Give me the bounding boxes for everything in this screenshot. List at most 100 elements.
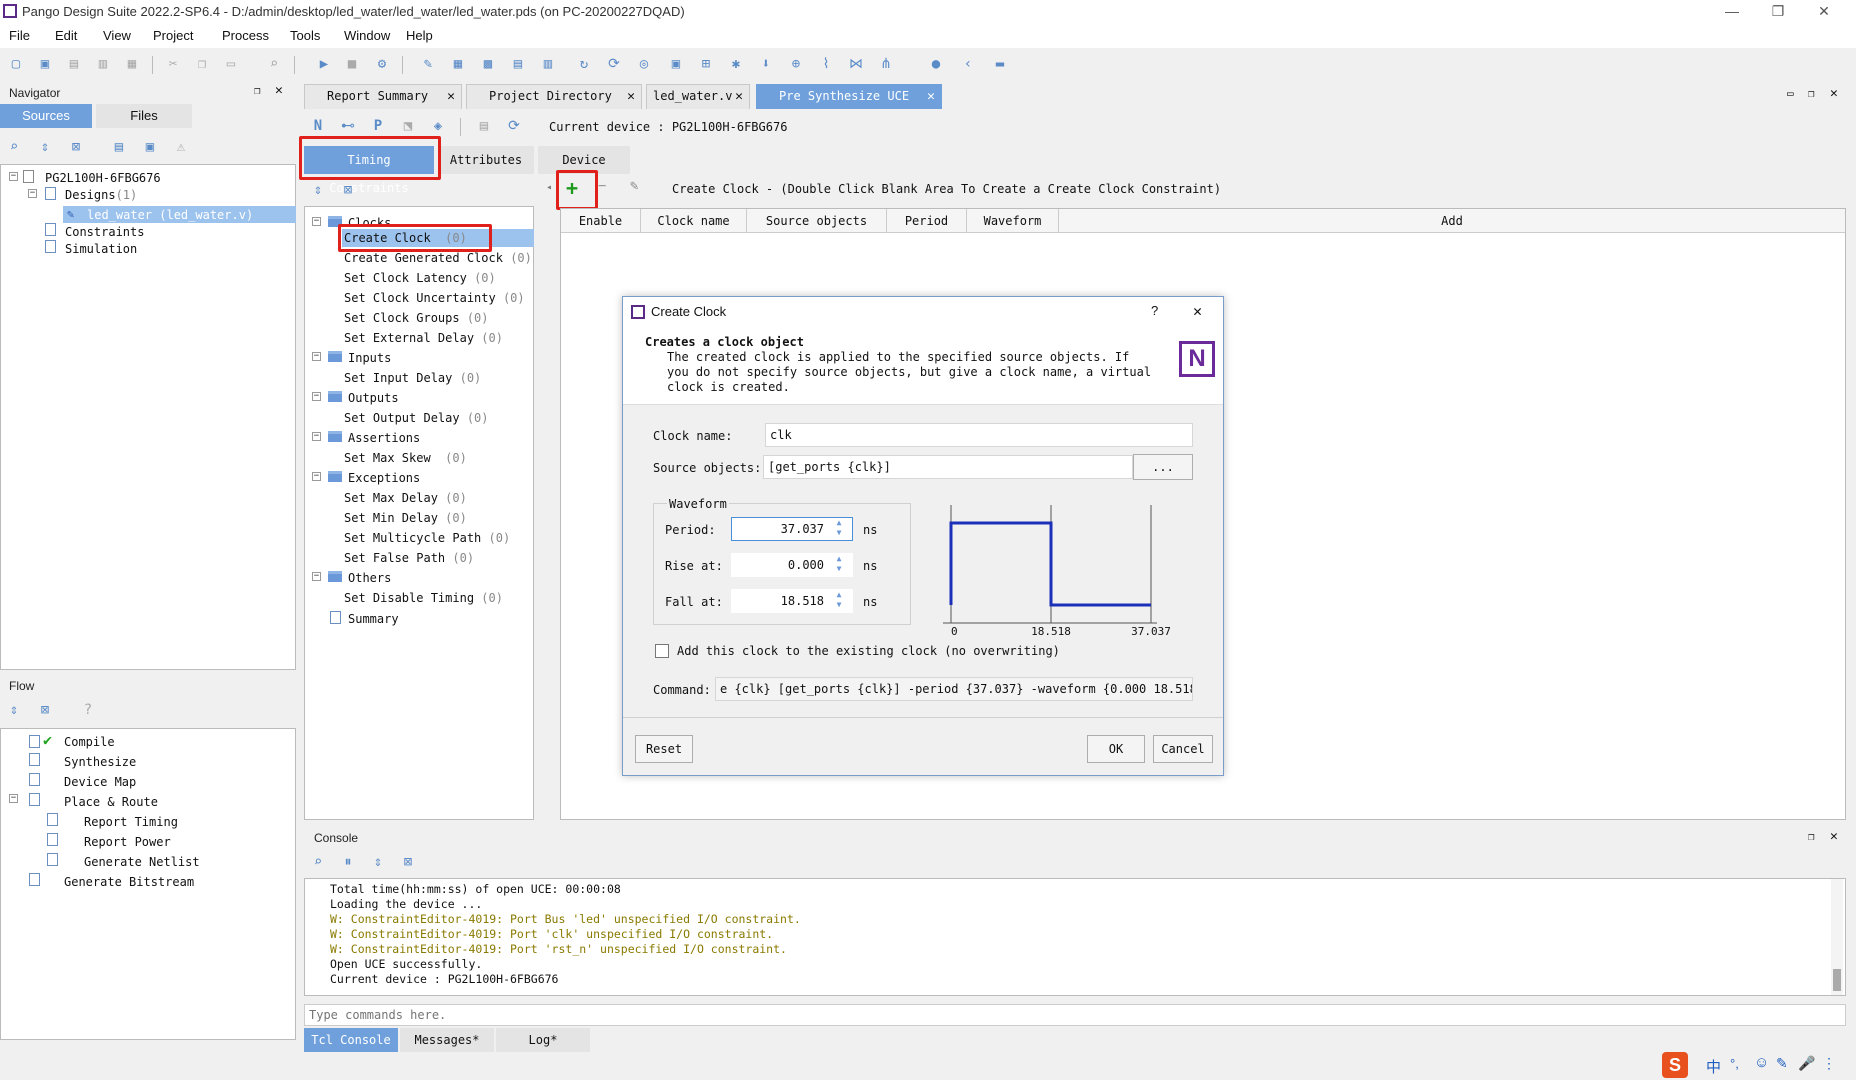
item-set-output-delay[interactable]: Set Output Delay (0) <box>344 411 489 425</box>
more-icon[interactable]: ⋮ <box>1822 1055 1836 1072</box>
float-editor-icon[interactable]: ❐ <box>1808 87 1815 100</box>
copy-icon[interactable]: ❐ <box>194 56 210 72</box>
close-tab-icon[interactable]: ✕ <box>735 85 743 108</box>
item-set-external-delay[interactable]: Set External Delay (0) <box>344 331 503 345</box>
help-icon[interactable]: ? <box>80 702 96 718</box>
clear-icon[interactable]: ⊠ <box>400 854 416 870</box>
paste-icon[interactable]: ▭ <box>223 56 239 72</box>
pause-icon[interactable]: ⏸ <box>340 854 356 870</box>
expand-all-icon[interactable]: ⇕ <box>6 702 22 718</box>
add-clock-checkbox[interactable] <box>655 644 669 658</box>
save-all-icon[interactable]: ▥ <box>95 56 111 72</box>
item-set-input-delay[interactable]: Set Input Delay (0) <box>344 371 481 385</box>
tab-files[interactable]: Files <box>96 104 192 128</box>
tab-messages[interactable]: Messages* <box>400 1028 494 1052</box>
link-icon[interactable]: ⬔ <box>400 118 416 134</box>
tab-led-water-v[interactable]: led_water.v ✕ <box>646 84 750 109</box>
browse-button[interactable]: ... <box>1133 454 1193 480</box>
expand-toggle[interactable]: − <box>9 794 18 803</box>
cut-icon[interactable]: ✂ <box>165 56 181 72</box>
tiles-icon[interactable]: ▤ <box>510 56 526 72</box>
save-constraints-icon[interactable]: ▤ <box>476 118 492 134</box>
expand-toggle[interactable]: − <box>312 472 321 481</box>
close-tab-icon[interactable]: ✕ <box>927 85 935 108</box>
expand-toggle[interactable]: − <box>312 392 321 401</box>
expand-all-icon[interactable]: ⇕ <box>370 854 386 870</box>
expand-toggle[interactable]: − <box>312 432 321 441</box>
ok-button[interactable]: OK <box>1087 735 1145 763</box>
help-button[interactable]: ? <box>1151 303 1158 318</box>
expand-toggle[interactable]: − <box>28 189 37 198</box>
debug-icon[interactable]: ✱ <box>728 56 744 72</box>
menu-help[interactable]: Help <box>406 28 433 43</box>
expand-toggle[interactable]: − <box>312 217 321 226</box>
col-waveform[interactable]: Waveform <box>967 209 1059 233</box>
stop-icon[interactable]: ■ <box>344 56 360 72</box>
collapse-arrow-icon[interactable]: ◂ <box>546 182 552 193</box>
search-icon[interactable]: ⌕ <box>310 854 326 870</box>
expand-toggle[interactable]: − <box>312 352 321 361</box>
microphone-icon[interactable]: 🎤 <box>1798 1055 1815 1072</box>
reload-icon[interactable]: ⟳ <box>506 118 522 134</box>
close-editor-icon[interactable]: ✕ <box>1830 86 1838 101</box>
close-console-icon[interactable]: ✕ <box>1830 829 1838 844</box>
layout-icon[interactable]: ▩ <box>480 56 496 72</box>
col-clock-name[interactable]: Clock name <box>641 209 747 233</box>
save-as-icon[interactable]: ▦ <box>124 56 140 72</box>
diamond-icon[interactable]: ◈ <box>430 118 446 134</box>
collapse-all-icon[interactable]: ⊠ <box>37 702 53 718</box>
tab-pre-synthesize-uce[interactable]: Pre Synthesize UCE ✕ <box>756 84 942 109</box>
ime-mode[interactable]: 中 <box>1706 1056 1721 1077</box>
tab-attributes[interactable]: Attributes <box>438 146 534 174</box>
tab-log[interactable]: Log* <box>496 1028 590 1052</box>
collapse-all-icon[interactable]: ⊠ <box>68 139 84 155</box>
tree-designs[interactable]: Designs(1) <box>65 188 137 202</box>
menu-project[interactable]: Project <box>153 28 193 43</box>
group-assertions[interactable]: Assertions <box>348 431 420 445</box>
col-add[interactable]: Add <box>1059 209 1845 233</box>
console-scrollbar[interactable] <box>1831 879 1843 995</box>
collapse-all-icon[interactable]: ⊠ <box>340 182 356 198</box>
close-tab-icon[interactable]: ✕ <box>447 85 455 108</box>
menu-tools[interactable]: Tools <box>290 28 320 43</box>
hierarchy-icon[interactable]: ⋔ <box>878 56 894 72</box>
chip-icon[interactable]: ▣ <box>668 56 684 72</box>
cancel-button[interactable]: Cancel <box>1153 735 1213 763</box>
flow-generate-netlist[interactable]: Generate Netlist <box>84 855 200 869</box>
group-outputs[interactable]: Outputs <box>348 391 399 405</box>
reset-button[interactable]: Reset <box>635 735 693 763</box>
item-set-clock-latency[interactable]: Set Clock Latency (0) <box>344 271 496 285</box>
command-field[interactable]: e {clk} [get_ports {clk}] -period {37.03… <box>715 677 1193 701</box>
minimize-button[interactable]: — <box>1710 0 1754 24</box>
expand-all-icon[interactable]: ⇕ <box>37 139 53 155</box>
restore-button[interactable]: ❐ <box>1756 0 1800 24</box>
flow-device-map[interactable]: Device Map <box>64 775 136 789</box>
menu-file[interactable]: File <box>9 28 30 43</box>
find-icon[interactable]: ⌕ <box>266 56 282 72</box>
add-ip-icon[interactable]: ▤ <box>111 139 127 155</box>
component-icon[interactable]: ⊞ <box>698 56 714 72</box>
ime-punctuation-icon[interactable]: °, <box>1730 1056 1739 1071</box>
flow-synthesize[interactable]: Synthesize <box>64 755 136 769</box>
run-icon[interactable]: ▶ <box>316 56 332 72</box>
tree-top-module[interactable]: led_water (led_water.v) <box>87 208 253 222</box>
edit-icon[interactable]: ✎ <box>420 56 436 72</box>
back-icon[interactable]: ‹ <box>960 56 976 72</box>
expand-all-icon[interactable]: ⇕ <box>310 182 326 198</box>
group-exceptions[interactable]: Exceptions <box>348 471 420 485</box>
rise-spinner-icon[interactable]: ▲ ▼ <box>833 554 845 576</box>
minimize-editor-icon[interactable]: ▭ <box>1787 87 1794 100</box>
tab-sources[interactable]: Sources <box>0 104 92 128</box>
close-window-button[interactable]: ✕ <box>1802 0 1846 24</box>
target-icon[interactable]: ◎ <box>636 56 652 72</box>
sogou-ime-icon[interactable]: S <box>1662 1052 1688 1078</box>
tab-report-summary[interactable]: Report Summary ✕ <box>304 84 462 109</box>
float-console-icon[interactable]: ❐ <box>1808 830 1815 843</box>
refresh-icon[interactable]: ↻ <box>576 56 592 72</box>
add-file-icon[interactable]: ▣ <box>142 139 158 155</box>
new-file-icon[interactable]: ▢ <box>8 56 24 72</box>
item-set-disable-timing[interactable]: Set Disable Timing (0) <box>344 591 503 605</box>
close-panel-icon[interactable]: ✕ <box>275 83 283 98</box>
emoji-icon[interactable]: ☺ <box>1754 1054 1769 1071</box>
handwriting-icon[interactable]: ✎ <box>1776 1055 1788 1072</box>
